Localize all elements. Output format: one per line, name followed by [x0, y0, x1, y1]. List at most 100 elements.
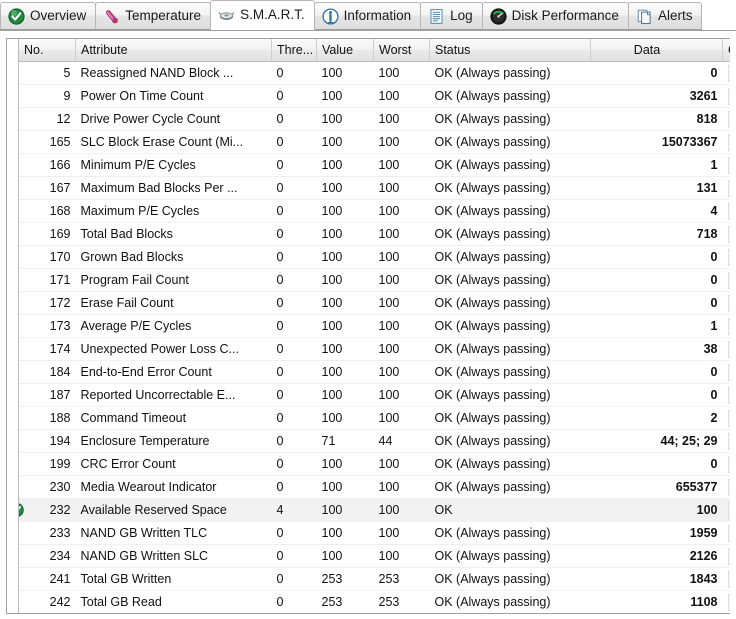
offset-decrement-button[interactable] [728, 502, 730, 518]
column-header-data[interactable]: Data [590, 39, 723, 62]
offset-decrement-button[interactable] [728, 134, 730, 150]
offset-decrement-button[interactable] [728, 203, 730, 219]
table-row[interactable]: 187 Reported Uncorrectable E... 0 100 100 OK … [19, 383, 730, 407]
table-row[interactable]: 173 Average P/E Cycles 0 100 100 OK (Always p… [19, 314, 730, 338]
offset-stepper[interactable]: 0 [727, 409, 730, 427]
column-header-threshold[interactable]: Thre... [271, 39, 317, 62]
offset-decrement-button[interactable] [728, 65, 730, 81]
offset-decrement-button[interactable] [728, 548, 730, 564]
table-row[interactable]: 241 Total GB Written 0 253 253 OK (Always pas… [19, 567, 730, 591]
table-row[interactable]: 199 CRC Error Count 0 100 100 OK (Always pass… [19, 452, 730, 476]
offset-stepper[interactable]: 0 [727, 593, 730, 611]
offset-stepper[interactable]: 0 [727, 202, 730, 220]
tab-temperature[interactable]: Temperature [95, 2, 212, 30]
column-header-offset[interactable]: Offset [722, 39, 730, 62]
offset-decrement-button[interactable] [728, 226, 730, 242]
offset-stepper[interactable]: 0 [727, 156, 730, 174]
tab-overview[interactable]: Overview [0, 2, 97, 30]
offset-decrement-button[interactable] [728, 456, 730, 472]
offset-decrement-button[interactable] [728, 433, 730, 449]
table-row[interactable]: 170 Grown Bad Blocks 0 100 100 OK (Always pas… [19, 245, 730, 269]
column-header-attribute[interactable]: Attribute [75, 39, 272, 62]
cell-data: 131 [590, 176, 723, 200]
table-row[interactable]: 169 Total Bad Blocks 0 100 100 OK (Always pas… [19, 222, 730, 246]
smart-panel: No. Attribute Thre... Value Worst Status… [0, 30, 736, 619]
column-header-no[interactable]: No. [19, 39, 76, 62]
table-row[interactable]: 168 Maximum P/E Cycles 0 100 100 OK (Always p… [19, 199, 730, 223]
table-row[interactable]: 5 Reassigned NAND Block ... 0 100 100 OK (Alw… [19, 61, 730, 85]
attribute-number-text: 194 [49, 434, 71, 448]
offset-stepper[interactable]: 0 [727, 294, 730, 312]
cell-threshold: 0 [271, 337, 317, 361]
table-row[interactable]: 194 Enclosure Temperature 0 71 44 OK (Always … [19, 429, 730, 453]
tab-alerts[interactable]: Alerts [627, 2, 703, 30]
table-row[interactable]: 165 SLC Block Erase Count (Mi... 0 100 100 OK… [19, 130, 730, 154]
offset-stepper[interactable]: 0 [727, 110, 730, 128]
offset-decrement-button[interactable] [728, 364, 730, 380]
tab-disk-performance[interactable]: Disk Performance [481, 2, 629, 30]
offset-stepper[interactable]: 0 [727, 501, 730, 519]
offset-stepper[interactable]: 0 [727, 524, 730, 542]
offset-stepper[interactable]: 0 [727, 317, 730, 335]
tab-information[interactable]: Information [313, 2, 422, 30]
column-header-worst[interactable]: Worst [373, 39, 430, 62]
cell-worst: 100 [373, 245, 430, 269]
table-row[interactable]: 9 Power On Time Count 0 100 100 OK (Always pa… [19, 84, 730, 108]
table-row[interactable]: 233 NAND GB Written TLC 0 100 100 OK (Always … [19, 521, 730, 545]
offset-stepper[interactable]: 0 [727, 340, 730, 358]
offset-stepper[interactable]: 0 [727, 363, 730, 381]
offset-stepper[interactable]: 0 [727, 547, 730, 565]
offset-decrement-button[interactable] [728, 479, 730, 495]
tab-log[interactable]: Log [420, 2, 483, 30]
offset-decrement-button[interactable] [728, 318, 730, 334]
table-row[interactable]: 12 Drive Power Cycle Count 0 100 100 OK (Alwa… [19, 107, 730, 131]
offset-decrement-button[interactable] [728, 88, 730, 104]
offset-stepper[interactable]: 0 [727, 64, 730, 82]
attribute-number-text: 232 [49, 503, 71, 517]
table-row[interactable]: 172 Erase Fail Count 0 100 100 OK (Always pas… [19, 291, 730, 315]
offset-decrement-button[interactable] [728, 571, 730, 587]
table-row[interactable]: 244Temperature Throttle Stat...00100OK (… [19, 614, 730, 615]
table-row[interactable]: 232Available Reserved Space4100100OK1000 [19, 498, 730, 522]
table-row[interactable]: 242 Total GB Read 0 253 253 OK (Always passin… [19, 590, 730, 613]
offset-decrement-button[interactable] [728, 111, 730, 127]
table-row[interactable]: 171 Program Fail Count 0 100 100 OK (Always p… [19, 268, 730, 292]
offset-decrement-button[interactable] [728, 157, 730, 173]
column-header-status[interactable]: Status [429, 39, 591, 62]
cell-attribute-number: 9 [19, 84, 76, 108]
offset-stepper[interactable]: 0 [727, 271, 730, 289]
offset-stepper[interactable]: 0 [727, 248, 730, 266]
offset-stepper[interactable]: 0 [727, 225, 730, 243]
offset-decrement-button[interactable] [728, 295, 730, 311]
offset-decrement-button[interactable] [728, 180, 730, 196]
table-row[interactable]: 166 Minimum P/E Cycles 0 100 100 OK (Always p… [19, 153, 730, 177]
offset-stepper[interactable]: 0 [727, 386, 730, 404]
cell-worst: 44 [373, 429, 430, 453]
offset-stepper[interactable]: 0 [727, 179, 730, 197]
offset-stepper[interactable]: 0 [727, 133, 730, 151]
offset-stepper[interactable]: 0 [727, 87, 730, 105]
offset-decrement-button[interactable] [728, 387, 730, 403]
table-row[interactable]: 230 Media Wearout Indicator 0 100 100 OK (Alw… [19, 475, 730, 499]
offset-decrement-button[interactable] [728, 525, 730, 541]
tab-s-m-a-r-t[interactable]: S.M.A.R.T. [210, 0, 315, 30]
offset-stepper[interactable]: 0 [727, 455, 730, 473]
attribute-number-text: 173 [49, 319, 71, 333]
table-row[interactable]: 184 End-to-End Error Count 0 100 100 OK (Alwa… [19, 360, 730, 384]
offset-decrement-button[interactable] [728, 341, 730, 357]
offset-decrement-button[interactable] [728, 410, 730, 426]
table-row[interactable]: 167 Maximum Bad Blocks Per ... 0 100 100 OK (… [19, 176, 730, 200]
cell-status: OK (Always passing) [429, 61, 591, 85]
offset-stepper[interactable]: 0 [727, 432, 730, 450]
offset-decrement-button[interactable] [728, 594, 730, 610]
table-row[interactable]: 234 NAND GB Written SLC 0 100 100 OK (Always … [19, 544, 730, 568]
offset-stepper[interactable]: 0 [727, 570, 730, 588]
cell-value: 100 [316, 107, 374, 131]
offset-decrement-button[interactable] [728, 272, 730, 288]
column-header-value[interactable]: Value [316, 39, 374, 62]
offset-decrement-button[interactable] [728, 249, 730, 265]
table-row[interactable]: 174 Unexpected Power Loss C... 0 100 100 OK (… [19, 337, 730, 361]
table-row[interactable]: 188 Command Timeout 0 100 100 OK (Always pass… [19, 406, 730, 430]
offset-stepper[interactable]: 0 [727, 478, 730, 496]
cell-offset: 0 [722, 268, 730, 292]
